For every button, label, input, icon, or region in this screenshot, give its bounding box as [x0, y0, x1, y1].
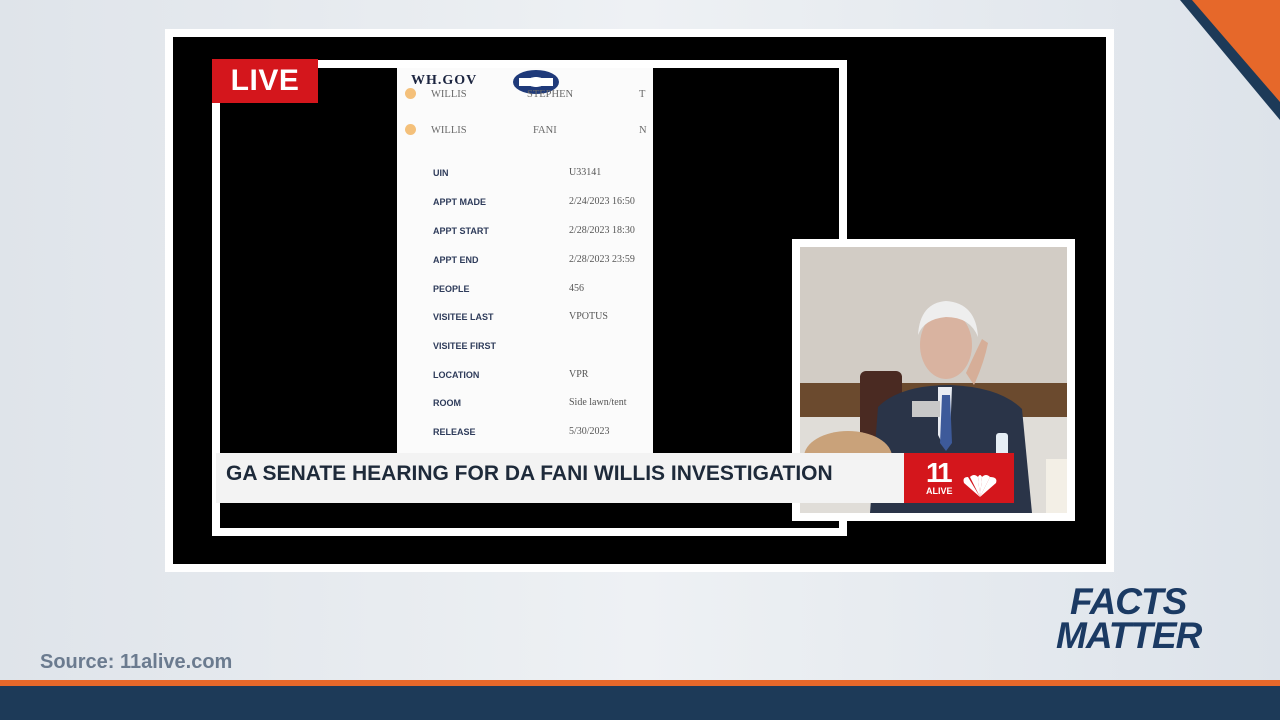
field-label: APPT MADE — [433, 197, 487, 207]
row2-first: FANI — [533, 125, 557, 136]
row-indicator-icon — [405, 88, 416, 99]
field-label: VISITEE FIRST — [433, 341, 497, 351]
field-value: Side lawn/tent — [569, 397, 627, 408]
ticker-headline: GA SENATE HEARING FOR DA FANI WILLIS INV… — [226, 462, 833, 485]
row2-last: WILLIS — [431, 125, 467, 136]
field-value: 456 — [569, 283, 584, 294]
field-label: LOCATION — [433, 370, 480, 380]
field-label: RELEASE — [433, 427, 476, 437]
peacock-icon — [963, 475, 997, 497]
facts-matter-logo: FACTS MATTER — [1056, 581, 1202, 656]
station-logo: 11 ALIVE — [904, 453, 1014, 503]
row2-mid: N — [639, 125, 647, 136]
field-label: PEOPLE — [433, 284, 470, 294]
station-number: 11 — [926, 457, 953, 488]
seal-building-icon — [519, 78, 553, 86]
field-value: 2/24/2023 16:50 — [569, 196, 635, 207]
news-ticker: GA SENATE HEARING FOR DA FANI WILLIS INV… — [216, 453, 904, 503]
bottom-navy-bar — [0, 686, 1280, 720]
field-value: U33141 — [569, 167, 602, 178]
field-label: APPT START — [433, 226, 489, 236]
site-title: WH.GOV — [411, 73, 478, 88]
row-indicator-icon — [405, 124, 416, 135]
field-value: VPOTUS — [569, 311, 608, 322]
field-value: VPR — [569, 369, 589, 380]
source-credit: Source: 11alive.com — [40, 651, 233, 673]
row1-first: STEPHEN — [527, 89, 574, 100]
field-value: 2/28/2023 23:59 — [569, 254, 635, 265]
field-label: APPT END — [433, 255, 479, 265]
logo-line-1: FACTS — [1070, 581, 1187, 622]
field-label: VISITEE LAST — [433, 312, 494, 322]
visitor-log-document: WH.GOV WILLIS STEPHEN T WILLIS FANI N UI… — [397, 68, 653, 458]
field-label: ROOM — [433, 398, 461, 408]
row1-mid: T — [639, 89, 646, 100]
row1-last: WILLIS — [431, 89, 467, 100]
live-badge: LIVE — [212, 59, 318, 103]
station-name: ALIVE — [926, 486, 953, 496]
corner-accent — [1180, 0, 1280, 120]
field-value: 2/28/2023 18:30 — [569, 225, 635, 236]
field-value: 5/30/2023 — [569, 426, 610, 437]
logo-line-2: MATTER — [1056, 615, 1202, 656]
field-label: UIN — [433, 168, 449, 178]
